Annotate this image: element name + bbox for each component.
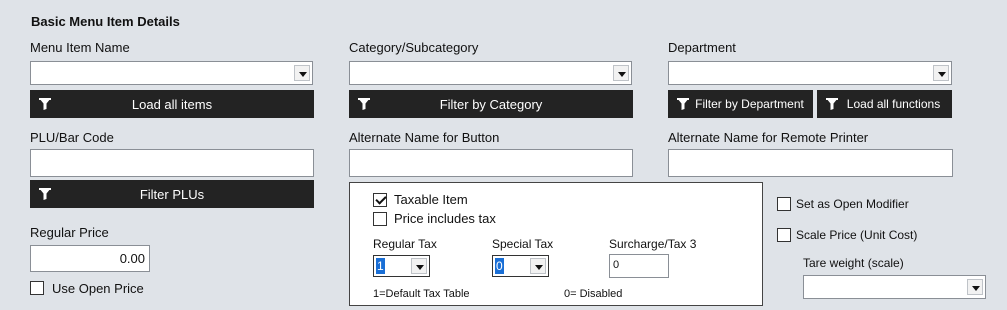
filter-funnel-icon <box>358 98 370 110</box>
special-tax-select[interactable]: 0 <box>492 255 549 277</box>
special-tax-label: Special Tax <box>492 237 554 251</box>
category-label: Category/Subcategory <box>349 40 479 55</box>
surcharge-value: 0 <box>613 259 620 271</box>
use-open-price-label: Use Open Price <box>52 281 144 296</box>
surcharge-input[interactable]: 0 <box>609 254 669 278</box>
scale-price-box[interactable] <box>777 228 791 242</box>
chevron-down-icon[interactable] <box>411 258 427 274</box>
load-all-items-label: Load all items <box>131 96 213 112</box>
open-modifier-checkbox[interactable] <box>777 197 791 214</box>
open-modifier-box[interactable] <box>777 197 791 211</box>
filter-funnel-icon <box>826 98 838 110</box>
menu-item-name-select[interactable] <box>30 61 313 85</box>
plu-label: PLU/Bar Code <box>30 130 114 145</box>
regular-tax-value: 1 <box>376 258 385 274</box>
tare-weight-select[interactable] <box>803 275 986 299</box>
chevron-down-icon[interactable] <box>613 65 629 81</box>
chevron-down-icon[interactable] <box>967 279 983 295</box>
department-label: Department <box>668 40 736 55</box>
category-select[interactable] <box>349 61 632 85</box>
filter-plus-label: Filter PLUs <box>139 186 205 202</box>
price-includes-tax-box[interactable] <box>373 212 387 226</box>
filter-by-category-label: Filter by Category <box>439 96 543 112</box>
surcharge-label: Surcharge/Tax 3 <box>609 237 697 251</box>
filter-plus-button[interactable]: Filter PLUs <box>30 180 314 208</box>
open-modifier-label: Set as Open Modifier <box>796 197 909 211</box>
filter-funnel-icon <box>39 98 51 110</box>
scale-price-label: Scale Price (Unit Cost) <box>796 228 918 242</box>
regular-price-value: 0.00 <box>119 251 145 266</box>
load-all-functions-button[interactable]: Load all functions <box>817 90 952 118</box>
filter-by-category-button[interactable]: Filter by Category <box>349 90 633 118</box>
alt-printer-label: Alternate Name for Remote Printer <box>668 130 869 145</box>
taxable-item-label: Taxable Item <box>394 192 468 207</box>
chevron-down-icon[interactable] <box>933 65 949 81</box>
alt-button-input[interactable] <box>349 149 633 177</box>
alt-printer-input[interactable] <box>668 149 953 177</box>
chevron-down-icon[interactable] <box>530 258 546 274</box>
price-includes-tax-label: Price includes tax <box>394 211 496 226</box>
regular-tax-label: Regular Tax <box>373 237 437 251</box>
plu-input[interactable] <box>30 149 314 177</box>
scale-price-checkbox[interactable] <box>777 228 791 245</box>
price-includes-tax-checkbox[interactable] <box>373 212 387 229</box>
regular-price-input[interactable]: 0.00 <box>30 245 150 272</box>
use-open-price-checkbox[interactable] <box>30 281 44 298</box>
department-select[interactable] <box>668 61 952 85</box>
filter-funnel-icon <box>677 98 689 110</box>
special-tax-value: 0 <box>495 258 504 274</box>
use-open-price-box[interactable] <box>30 281 44 295</box>
default-tax-note: 1=Default Tax Table <box>373 288 470 300</box>
chevron-down-icon[interactable] <box>294 65 310 81</box>
tare-weight-label: Tare weight (scale) <box>803 256 904 270</box>
taxable-item-box[interactable] <box>373 193 387 207</box>
taxable-item-checkbox[interactable] <box>373 193 387 210</box>
section-title: Basic Menu Item Details <box>31 14 180 29</box>
filter-funnel-icon <box>39 188 51 200</box>
load-all-items-button[interactable]: Load all items <box>30 90 314 118</box>
filter-by-department-button[interactable]: Filter by Department <box>668 90 813 118</box>
regular-price-label: Regular Price <box>30 225 109 240</box>
regular-tax-select[interactable]: 1 <box>373 255 430 277</box>
disabled-tax-note: 0= Disabled <box>564 288 623 300</box>
alt-button-label: Alternate Name for Button <box>349 130 500 145</box>
menu-item-name-label: Menu Item Name <box>30 40 130 55</box>
